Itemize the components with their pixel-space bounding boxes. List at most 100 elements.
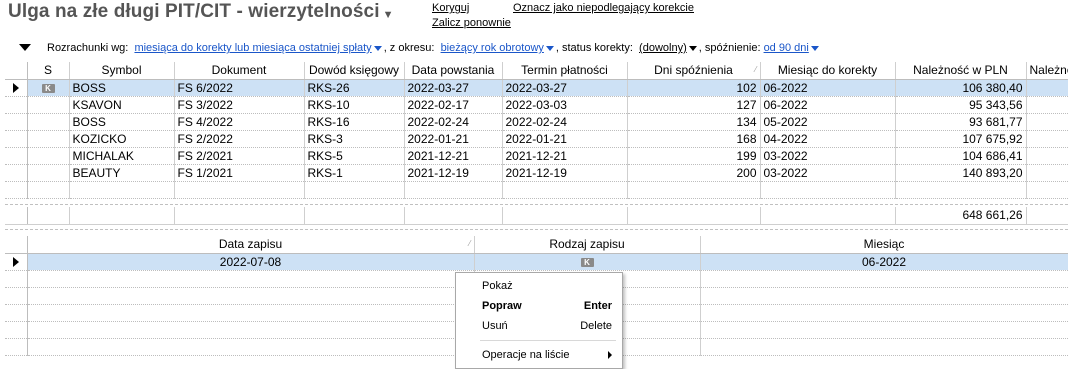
table-row[interactable]: K BOSS FS 6/2022 RKS-26 2022-03-27 2022-… [5, 79, 1068, 97]
shortcut-label: Delete [580, 320, 612, 332]
chevron-down-icon[interactable] [545, 45, 554, 51]
status-cell [27, 130, 70, 148]
panel-splitter[interactable] [5, 229, 1068, 232]
rozrachunki-label: Rozrachunki wg: [47, 42, 129, 54]
symbol-cell: MICHALAK [69, 147, 175, 165]
status-cell [27, 113, 70, 131]
total-naleznosc: 648 661,26 [895, 207, 1027, 225]
menu-item-pokaz[interactable]: Pokaż [456, 276, 622, 296]
dni-cell: 127 [627, 96, 761, 114]
termin-cell: 2022-03-03 [502, 96, 628, 114]
miesiac-cell: 04-2022 [760, 130, 896, 148]
naleznosc-2-cell [1026, 147, 1068, 165]
naleznosc-2-cell [1026, 79, 1068, 97]
menu-item-usun[interactable]: Usuń Delete [456, 316, 622, 336]
grid-header-row: S Symbol Dokument Dowód księgowy Data po… [5, 62, 1068, 80]
col-header-s[interactable]: S [27, 62, 70, 80]
empty-row [5, 181, 1068, 199]
dowod-cell: RKS-1 [304, 164, 405, 182]
status-cell [27, 96, 70, 114]
row-indicator-header [5, 62, 28, 80]
dokument-cell: FS 3/2022 [174, 96, 305, 114]
col-header-dowod[interactable]: Dowód księgowy [304, 62, 405, 80]
row-indicator [5, 113, 28, 131]
dokument-cell: FS 2/2021 [174, 147, 305, 165]
oznacz-niepodlegajacy-link[interactable]: Oznacz jako niepodlegający korekcie [513, 2, 694, 14]
row-indicator [5, 130, 28, 148]
miesiac-cell: 06-2022 [760, 96, 896, 114]
symbol-cell: BOSS [69, 113, 175, 131]
naleznosc-2-cell [1026, 96, 1068, 114]
row-indicator [5, 164, 28, 182]
table-row[interactable]: 2022-07-08 K 06-2022 [5, 253, 1068, 271]
col-header-termin[interactable]: Termin płatności [502, 62, 628, 80]
naleznosc-cell: 93 681,77 [895, 113, 1027, 131]
menu-item-label: Operacje na liście [482, 349, 570, 361]
symbol-cell: KSAVON [69, 96, 175, 114]
col-header-miesiac[interactable]: Miesiąc do korekty [760, 62, 896, 80]
context-menu: Pokaż Popraw Enter Usuń Delete Operacje … [455, 272, 623, 369]
menu-item-label: Pokaż [482, 280, 513, 292]
okres-dropdown[interactable]: bieżący rok obrotowy [441, 42, 544, 54]
termin-cell: 2021-12-19 [502, 164, 628, 182]
chevron-down-icon[interactable] [373, 45, 382, 51]
chevron-down-icon: ▼ [382, 9, 394, 21]
naleznosc-2-cell [1026, 130, 1068, 148]
page-title-dropdown[interactable]: Ulga na złe długi PIT/CIT - wierzytelnoś… [8, 1, 393, 23]
data-cell: 2022-03-27 [404, 79, 503, 97]
col-header-data-powstania[interactable]: Data powstania [404, 62, 503, 80]
dni-cell: 168 [627, 130, 761, 148]
okres-label: , z okresu: [383, 42, 435, 54]
data-cell: 2022-02-24 [404, 113, 503, 131]
col-header-rodzaj-zapisu[interactable]: Rodzaj zapisu [474, 236, 701, 254]
zalicz-ponownie-link[interactable]: Zalicz ponownie [432, 17, 511, 29]
termin-cell: 2022-02-24 [502, 113, 628, 131]
table-row[interactable]: BEAUTY FS 1/2021 RKS-1 2021-12-19 2021-1… [5, 164, 1068, 182]
table-row[interactable]: MICHALAK FS 2/2021 RKS-5 2021-12-21 2021… [5, 147, 1068, 165]
naleznosc-2-cell [1026, 113, 1068, 131]
filter-bar: Rozrachunki wg: miesiąca do korekty lub … [47, 41, 821, 55]
table-row[interactable]: BOSS FS 4/2022 RKS-16 2022-02-24 2022-02… [5, 113, 1068, 131]
koryguj-link[interactable]: Koryguj [432, 2, 469, 14]
col-header-naleznosc-2[interactable]: Należno [1026, 62, 1068, 80]
rozrachunki-dropdown[interactable]: miesiąca do korekty lub miesiąca ostatni… [134, 42, 371, 54]
col-header-miesiac[interactable]: Miesiąc [700, 236, 1068, 254]
table-row[interactable]: KSAVON FS 3/2022 RKS-10 2022-02-17 2022-… [5, 96, 1068, 114]
dowod-cell: RKS-10 [304, 96, 405, 114]
miesiac-cell: 05-2022 [760, 113, 896, 131]
receivables-grid: S Symbol Dokument Dowód księgowy Data po… [5, 62, 1068, 199]
spoznienie-dropdown[interactable]: od 90 dni [764, 42, 809, 54]
data-cell: 2022-01-21 [404, 130, 503, 148]
chevron-down-icon[interactable] [810, 45, 819, 51]
symbol-cell: KOZICKO [69, 130, 175, 148]
termin-cell: 2021-12-21 [502, 147, 628, 165]
miesiac-cell: 03-2022 [760, 147, 896, 165]
data-cell: 2021-12-19 [404, 164, 503, 182]
dokument-cell: FS 6/2022 [174, 79, 305, 97]
menu-item-label: Usuń [482, 320, 508, 332]
dni-cell: 199 [627, 147, 761, 165]
status-dropdown[interactable]: (dowolny) [639, 42, 687, 54]
status-label: , status korekty: [555, 42, 633, 54]
table-row[interactable]: KOZICKO FS 2/2022 RKS-3 2022-01-21 2022-… [5, 130, 1068, 148]
col-header-dokument[interactable]: Dokument [174, 62, 305, 80]
row-indicator [5, 147, 28, 165]
col-header-symbol[interactable]: Symbol [69, 62, 175, 80]
collapse-filters-icon[interactable] [19, 44, 31, 51]
sort-icon: ⁄ [469, 239, 471, 248]
data-cell: 2021-12-21 [404, 147, 503, 165]
dni-cell: 134 [627, 113, 761, 131]
col-header-dni-spoznienia[interactable]: Dni spóźnienia ⁄ [627, 62, 761, 80]
dowod-cell: RKS-5 [304, 147, 405, 165]
naleznosc-cell: 106 380,40 [895, 79, 1027, 97]
col-header-data-zapisu[interactable]: Data zapisu ⁄ [27, 236, 475, 254]
col-header-naleznosc[interactable]: Należność w PLN [895, 62, 1027, 80]
naleznosc-cell: 140 893,20 [895, 164, 1027, 182]
grid-header-row: Data zapisu ⁄ Rodzaj zapisu Miesiąc [5, 236, 1068, 254]
naleznosc-cell: 95 343,56 [895, 96, 1027, 114]
menu-item-popraw[interactable]: Popraw Enter [456, 296, 622, 316]
naleznosc-2-cell [1026, 164, 1068, 182]
chevron-down-icon[interactable] [688, 45, 697, 51]
menu-item-operacje[interactable]: Operacje na liście [456, 345, 622, 365]
miesiac-cell: 06-2022 [760, 79, 896, 97]
